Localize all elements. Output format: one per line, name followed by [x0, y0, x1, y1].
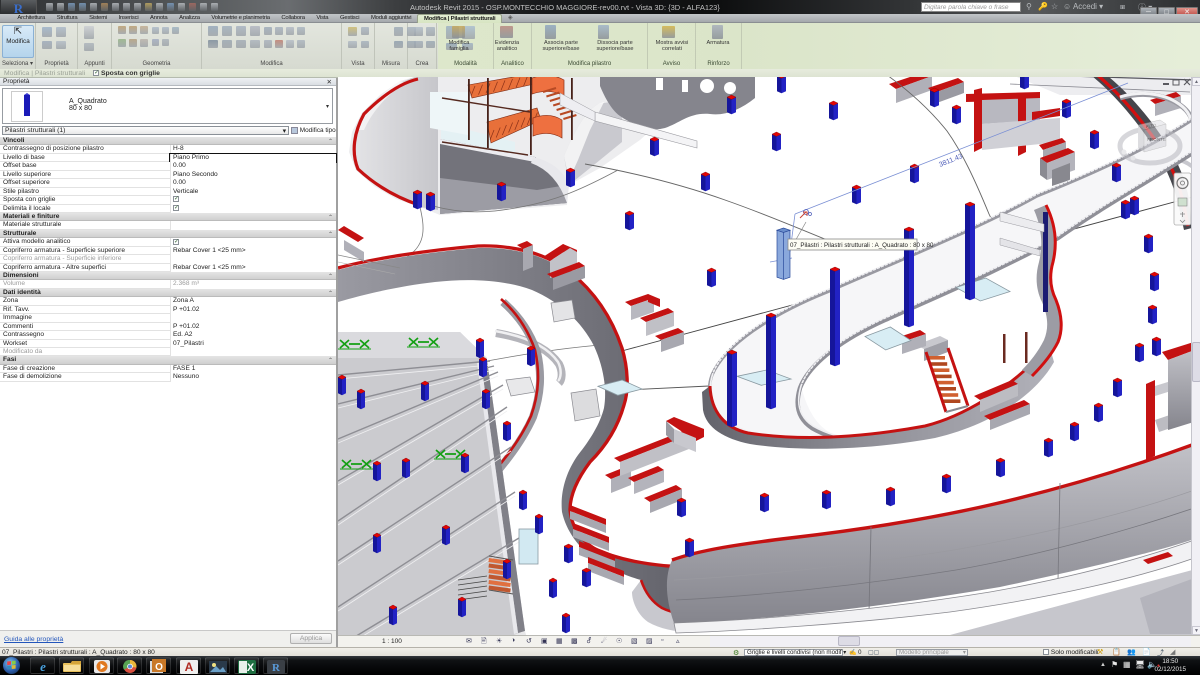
svg-text:R: R	[272, 662, 281, 674]
svg-text:O: O	[155, 662, 163, 673]
svg-text:e: e	[40, 659, 46, 674]
svg-text:FRONTE: FRONTE	[1147, 137, 1166, 142]
svg-text:07_Pilastri : Pilastri struttu: 07_Pilastri : Pilastri strutturali : A_Q…	[790, 242, 934, 249]
svg-text:A: A	[185, 660, 194, 674]
svg-text:X: X	[247, 662, 255, 674]
